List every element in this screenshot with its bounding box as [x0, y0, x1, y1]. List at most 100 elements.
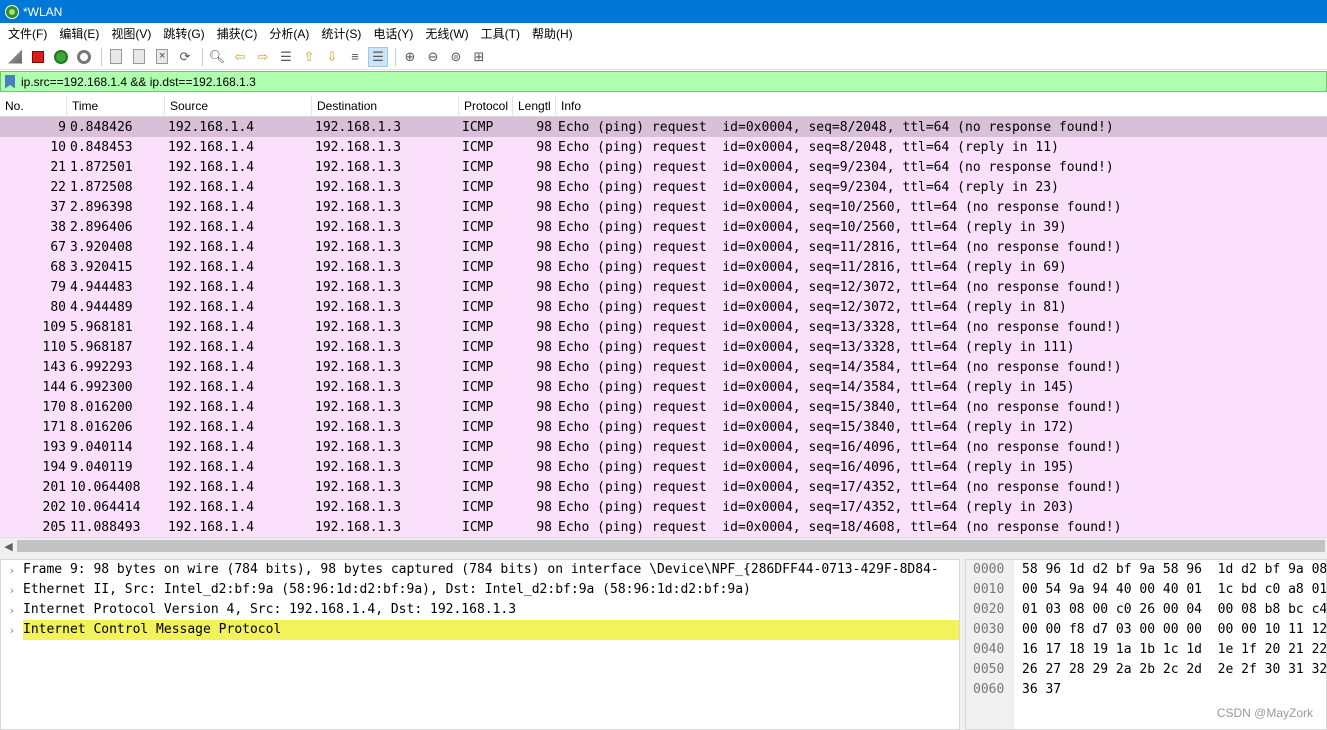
- packet-row[interactable]: 79 4.944483 192.168.1.4 192.168.1.3 ICMP 98 Ec…: [0, 277, 1327, 297]
- packet-no: 205: [42, 519, 66, 535]
- display-filter-input[interactable]: [21, 74, 1311, 89]
- packet-row[interactable]: 21 1.872501 192.168.1.4 192.168.1.3 ICMP 98 Ec…: [0, 157, 1327, 177]
- packet-length: 98: [536, 299, 552, 315]
- menu-edit[interactable]: 编辑(E): [55, 25, 107, 42]
- menu-file[interactable]: 文件(F): [4, 25, 55, 42]
- packet-row[interactable]: 68 3.920415 192.168.1.4 192.168.1.3 ICMP 98 Ec…: [0, 257, 1327, 277]
- detail-tree-item[interactable]: › Frame 9: 98 bytes on wire (784 bits), 9…: [1, 560, 959, 580]
- packet-source: 192.168.1.4: [168, 459, 255, 475]
- bytes-row[interactable]: 0020 01 03 08 00 c0 26 00 04 00 08 b8 bc …: [966, 600, 1326, 620]
- bytes-row[interactable]: 0010 00 54 9a 94 40 00 40 01 1c bd c0 a8 …: [966, 580, 1326, 600]
- packet-row[interactable]: 194 9.040119 192.168.1.4 192.168.1.3 ICMP 98 E…: [0, 457, 1327, 477]
- packet-source: 192.168.1.4: [168, 379, 255, 395]
- packet-row[interactable]: 170 8.016200 192.168.1.4 192.168.1.3 ICMP 98 E…: [0, 397, 1327, 417]
- last-packet-icon[interactable]: ⇩: [322, 47, 342, 67]
- packet-row[interactable]: 37 2.896398 192.168.1.4 192.168.1.3 ICMP 98 Ec…: [0, 197, 1327, 217]
- expand-chevron-icon[interactable]: ›: [1, 564, 23, 577]
- bookmark-icon[interactable]: [5, 74, 15, 89]
- packet-row[interactable]: 67 3.920408 192.168.1.4 192.168.1.3 ICMP 98 Ec…: [0, 237, 1327, 257]
- packet-row[interactable]: 38 2.896406 192.168.1.4 192.168.1.3 ICMP 98 Ec…: [0, 217, 1327, 237]
- bytes-row[interactable]: 0040 16 17 18 19 1a 1b 1c 1d 1e 1f 20 21 …: [966, 640, 1326, 660]
- column-header-destination[interactable]: Destination: [312, 95, 459, 117]
- column-header-protocol[interactable]: Protocol: [459, 95, 513, 117]
- column-header-source[interactable]: Source: [165, 95, 312, 117]
- packet-length: 98: [536, 459, 552, 475]
- reload-file-icon[interactable]: ⟳: [175, 47, 195, 67]
- packet-protocol: ICMP: [462, 439, 494, 455]
- packet-row[interactable]: 22 1.872508 192.168.1.4 192.168.1.3 ICMP 98 Ec…: [0, 177, 1327, 197]
- packet-time: 0.848453: [70, 139, 133, 155]
- start-capture-icon[interactable]: [5, 47, 25, 67]
- resize-columns-icon[interactable]: ⊞: [469, 47, 489, 67]
- menu-analyze[interactable]: 分析(A): [265, 25, 317, 42]
- packet-row[interactable]: 201 10.064408 192.168.1.4 192.168.1.3 ICMP 98…: [0, 477, 1327, 497]
- packet-row[interactable]: 144 6.992300 192.168.1.4 192.168.1.3 ICMP 98 E…: [0, 377, 1327, 397]
- packet-list-scrollbar[interactable]: ◀: [0, 537, 1327, 554]
- bytes-row[interactable]: 0060 36 37: [966, 680, 1061, 700]
- column-header-no[interactable]: No.: [0, 95, 67, 117]
- packet-row[interactable]: 80 4.944489 192.168.1.4 192.168.1.3 ICMP 98 Ec…: [0, 297, 1327, 317]
- packet-time: 3.920408: [70, 239, 133, 255]
- expand-chevron-icon[interactable]: ›: [1, 624, 23, 637]
- menu-view[interactable]: 视图(V): [107, 25, 159, 42]
- column-header-length[interactable]: Lengtl: [513, 95, 556, 117]
- find-packet-icon[interactable]: 🔍︎: [207, 47, 227, 67]
- colorize-icon[interactable]: ☰: [368, 46, 388, 67]
- packet-row[interactable]: 9 0.848426 192.168.1.4 192.168.1.3 ICMP 98 Ech…: [0, 117, 1327, 137]
- packet-row[interactable]: 171 8.016206 192.168.1.4 192.168.1.3 ICMP 98 E…: [0, 417, 1327, 437]
- watermark: CSDN @MayZork: [1216, 706, 1313, 720]
- column-header-info[interactable]: Info: [556, 96, 1327, 117]
- packet-source: 192.168.1.4: [168, 499, 255, 515]
- autoscroll-icon[interactable]: ≡: [345, 47, 365, 67]
- packet-time: 1.872508: [70, 179, 133, 195]
- packet-details-pane[interactable]: › Frame 9: 98 bytes on wire (784 bits), 9…: [0, 559, 960, 730]
- packet-bytes-pane[interactable]: 0000 58 96 1d d2 bf 9a 58 96 1d d2 bf 9a …: [965, 559, 1327, 730]
- expand-chevron-icon[interactable]: ›: [1, 604, 23, 617]
- packet-destination: 192.168.1.3: [315, 459, 402, 475]
- packet-time: 6.992300: [70, 379, 133, 395]
- menu-help[interactable]: 帮助(H): [528, 25, 581, 42]
- detail-tree-item[interactable]: › Internet Protocol Version 4, Src: 192.1…: [1, 600, 959, 620]
- go-back-icon[interactable]: ⇦: [230, 47, 250, 67]
- menu-statistics[interactable]: 统计(S): [317, 25, 369, 42]
- restart-capture-icon[interactable]: [51, 47, 71, 67]
- packet-row[interactable]: 143 6.992293 192.168.1.4 192.168.1.3 ICMP 98 E…: [0, 357, 1327, 377]
- zoom-in-icon[interactable]: ⊕: [400, 47, 420, 67]
- menu-wireless[interactable]: 无线(W): [421, 25, 476, 42]
- packet-row[interactable]: 10 0.848453 192.168.1.4 192.168.1.3 ICMP 98 Ec…: [0, 137, 1327, 157]
- first-packet-icon[interactable]: ⇧: [299, 47, 319, 67]
- capture-options-icon[interactable]: [74, 47, 94, 67]
- packet-destination: 192.168.1.3: [315, 179, 402, 195]
- stop-capture-icon[interactable]: [28, 47, 48, 67]
- expand-chevron-icon[interactable]: ›: [1, 584, 23, 597]
- scrollbar-thumb[interactable]: [17, 540, 1325, 552]
- packet-row[interactable]: 202 10.064414 192.168.1.4 192.168.1.3 ICMP 98…: [0, 497, 1327, 517]
- save-file-icon[interactable]: [129, 47, 149, 67]
- packet-row[interactable]: 110 5.968187 192.168.1.4 192.168.1.3 ICMP 98 E…: [0, 337, 1327, 357]
- column-header-time[interactable]: Time: [67, 95, 165, 117]
- packet-row[interactable]: 205 11.088493 192.168.1.4 192.168.1.3 ICMP 98…: [0, 517, 1327, 537]
- menu-tools[interactable]: 工具(T): [477, 25, 528, 42]
- packet-list[interactable]: 9 0.848426 192.168.1.4 192.168.1.3 ICMP 98 Ech…: [0, 117, 1327, 537]
- close-file-icon[interactable]: [152, 47, 172, 67]
- detail-tree-item[interactable]: › Ethernet II, Src: Intel_d2:bf:9a (58:96…: [1, 580, 959, 600]
- zoom-out-icon[interactable]: ⊖: [423, 47, 443, 67]
- go-forward-icon[interactable]: ⇨: [253, 47, 273, 67]
- go-to-packet-icon[interactable]: ☰: [276, 47, 296, 67]
- packet-protocol: ICMP: [462, 199, 494, 215]
- open-file-icon[interactable]: [106, 47, 126, 67]
- packet-destination: 192.168.1.3: [315, 399, 402, 415]
- menu-go[interactable]: 跳转(G): [159, 25, 212, 42]
- detail-tree-item[interactable]: › Internet Control Message Protocol: [1, 620, 959, 640]
- bytes-row[interactable]: 0030 00 00 f8 d7 03 00 00 00 00 00 10 11 …: [966, 620, 1326, 640]
- menu-capture[interactable]: 捕获(C): [213, 25, 266, 42]
- packet-info: Echo (ping) request id=0x0004, seq=15/38…: [558, 419, 1075, 435]
- bytes-row[interactable]: 0000 58 96 1d d2 bf 9a 58 96 1d d2 bf 9a …: [966, 560, 1326, 580]
- wireshark-logo-icon: [5, 4, 19, 19]
- bytes-row[interactable]: 0050 26 27 28 29 2a 2b 2c 2d 2e 2f 30 31 …: [966, 660, 1326, 680]
- scroll-left-icon[interactable]: ◀: [0, 540, 17, 553]
- packet-row[interactable]: 193 9.040114 192.168.1.4 192.168.1.3 ICMP 98 E…: [0, 437, 1327, 457]
- packet-row[interactable]: 109 5.968181 192.168.1.4 192.168.1.3 ICMP 98 E…: [0, 317, 1327, 337]
- normal-size-icon[interactable]: ⊜: [446, 47, 466, 67]
- menu-telephony[interactable]: 电话(Y): [369, 25, 421, 42]
